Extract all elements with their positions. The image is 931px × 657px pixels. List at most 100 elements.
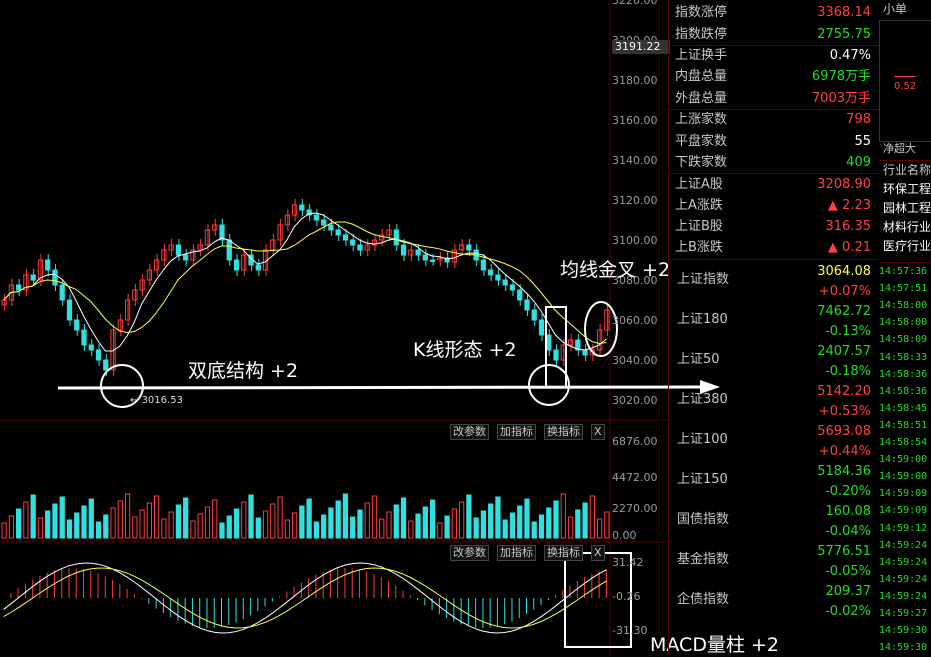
volume-bar — [560, 493, 566, 539]
candle — [393, 229, 399, 246]
candle — [16, 284, 22, 291]
price-tick: 3100.00 — [612, 234, 658, 247]
candle — [335, 229, 341, 236]
switch-indicator-button[interactable]: 换指标 — [544, 424, 583, 440]
tick-time: 14:58:00 — [879, 300, 928, 312]
candle — [132, 289, 138, 301]
volume-bar — [306, 498, 312, 539]
price-tick: 3180.00 — [612, 74, 658, 87]
industry-item[interactable]: 材料行业 — [879, 218, 931, 237]
volume-tick: 4472.00 — [612, 471, 658, 484]
candle — [233, 259, 240, 271]
volume-bar — [262, 510, 269, 539]
tick-time: 14:59:09 — [879, 488, 928, 500]
add-indicator-button[interactable]: 加指标 — [497, 545, 536, 561]
index-row[interactable]: 国债指数 160.08 -0.04% — [669, 502, 877, 542]
volume-bar — [226, 515, 232, 539]
tick-time: 14:59:30 — [879, 625, 928, 637]
candle — [299, 204, 305, 211]
kline-circle — [528, 364, 570, 406]
stat-row: 上证A股 3208.90 — [675, 177, 871, 192]
candle — [59, 284, 65, 301]
stat-row: 上涨家数 798 — [675, 112, 871, 127]
volume-bar — [451, 508, 458, 539]
add-indicator-button[interactable]: 加指标 — [497, 424, 536, 440]
volume-bar — [81, 505, 87, 539]
candle — [538, 319, 545, 336]
candle — [321, 219, 327, 226]
volume-bar — [379, 518, 385, 539]
close-icon[interactable]: X — [591, 424, 605, 440]
small-order-header: 小单 — [883, 2, 908, 16]
support-line-arrow — [57, 385, 701, 390]
volume-bar — [30, 494, 36, 539]
candle — [582, 349, 588, 356]
volume-bar — [146, 502, 153, 539]
volume-bar — [335, 500, 341, 539]
candle — [30, 274, 36, 281]
volume-bar — [183, 497, 189, 539]
industry-item[interactable]: 环保工程 — [879, 180, 931, 199]
volume-bar — [531, 521, 537, 539]
volume-bar — [582, 502, 588, 539]
candle — [495, 274, 501, 281]
index-row[interactable]: 基金指数 5776.51 -0.05% — [669, 542, 877, 582]
volume-bar — [197, 513, 203, 539]
industry-item[interactable]: 园林工程 — [879, 199, 931, 218]
switch-indicator-button[interactable]: 换指标 — [544, 545, 583, 561]
volume-bar — [23, 501, 29, 539]
tick-time: 14:59:24 — [879, 573, 928, 585]
index-row[interactable]: 上证380 5142.20 +0.53% — [669, 382, 877, 422]
index-row[interactable]: 上证180 7462.72 -0.13% — [669, 302, 877, 342]
far-right-panel: 小单 0.52 净超大 行业名称 环保工程 园林工程 材料行业 医疗行业 14:… — [879, 0, 931, 655]
volume-bar — [277, 496, 283, 539]
index-row[interactable]: 上证150 5184.36 -0.20% — [669, 462, 877, 502]
index-row[interactable]: 上证指数 3064.08 +0.07% — [669, 262, 877, 302]
volume-bar — [524, 498, 530, 539]
modify-params-button[interactable]: 改参数 — [450, 424, 489, 440]
index-row[interactable]: 上证50 2407.57 -0.18% — [669, 342, 877, 382]
volume-bar — [37, 517, 44, 539]
order-flow-value: 0.52 — [894, 81, 917, 92]
candle — [74, 319, 80, 331]
volume-bar — [575, 509, 581, 539]
volume-bar — [321, 514, 327, 539]
candle — [502, 279, 508, 286]
volume-bar — [190, 520, 196, 539]
tick-time: 14:59:00 — [879, 471, 928, 483]
modify-params-button[interactable]: 改参数 — [450, 545, 489, 561]
low-price-marker: ← 3016.53 — [130, 395, 183, 406]
industry-item[interactable]: 医疗行业 — [879, 237, 931, 256]
stat-row: 外盘总量 7003万手 — [675, 91, 871, 106]
tick-time: 14:58:51 — [879, 419, 928, 431]
candle — [313, 214, 320, 221]
tick-time: 14:59:24 — [879, 539, 928, 551]
candle — [400, 244, 407, 256]
volume-bar — [103, 514, 109, 539]
volume-bar — [88, 498, 94, 539]
macd-dea-line — [3, 567, 607, 629]
volume-bar — [459, 501, 465, 539]
volume-bar — [342, 493, 349, 539]
close-icon[interactable]: X — [591, 545, 605, 561]
candle — [66, 299, 73, 321]
candle — [480, 259, 487, 271]
volume-bar — [74, 512, 80, 539]
price-tick: 3040.00 — [612, 354, 658, 367]
candle — [342, 234, 349, 241]
volume-bar — [429, 499, 436, 539]
volume-bar — [437, 522, 443, 539]
tick-time: 14:58:54 — [879, 437, 928, 448]
volume-tick: 0.00 — [612, 529, 637, 542]
tick-time: 14:59:30 — [879, 642, 928, 654]
candle — [429, 259, 436, 262]
index-row[interactable]: 上证100 5693.08 +0.44% — [669, 422, 877, 462]
candle — [553, 349, 559, 361]
candle — [466, 244, 472, 251]
index-row[interactable]: 企债指数 209.37 -0.02% — [669, 582, 877, 622]
stat-row: 内盘总量 6978万手 — [675, 69, 871, 84]
tick-time: 14:58:33 — [879, 351, 928, 363]
volume-bar — [400, 497, 407, 539]
volume-bar — [66, 519, 73, 539]
industry-header: 行业名称 — [883, 163, 931, 177]
